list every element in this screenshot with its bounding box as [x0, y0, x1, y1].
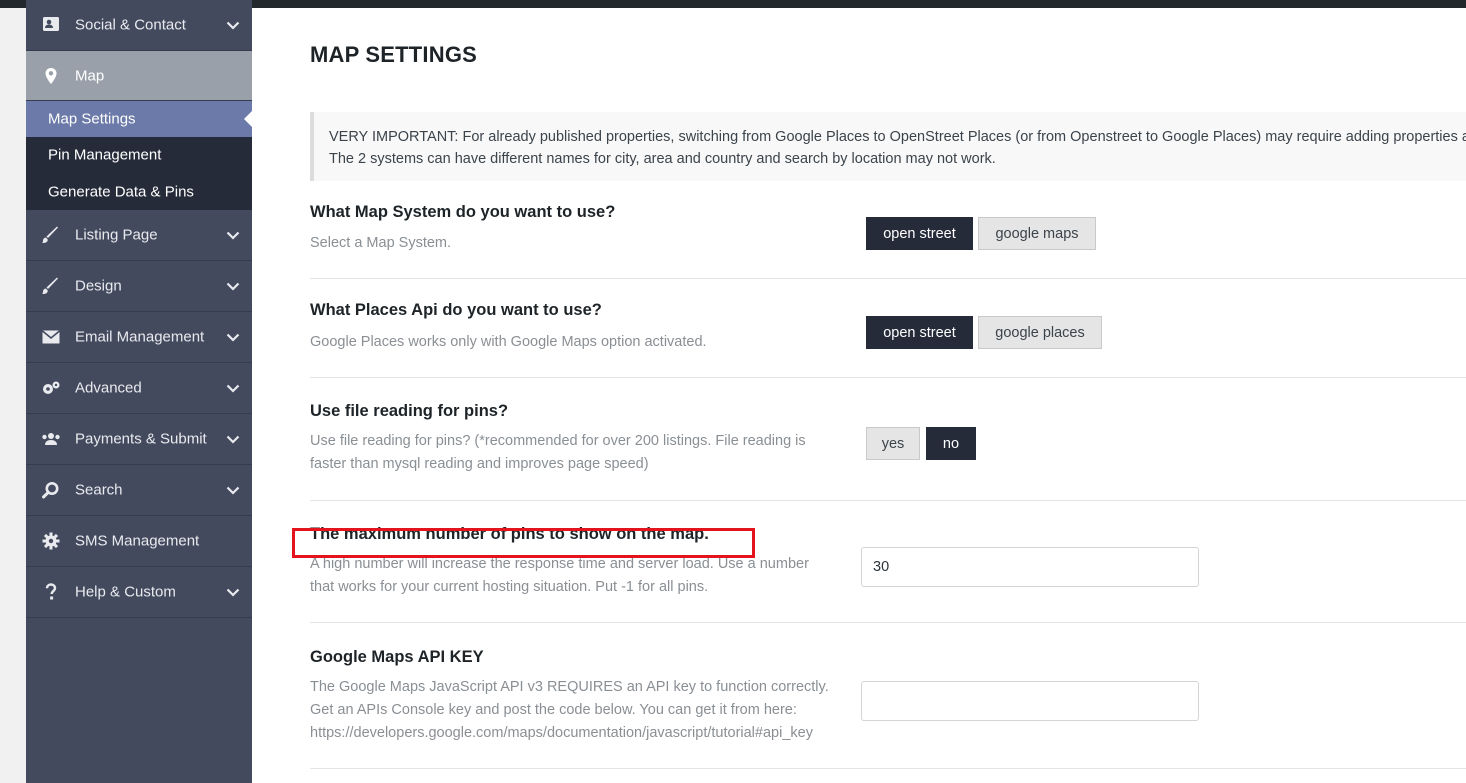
contact-card-icon — [40, 14, 62, 34]
setting-title: What Map System do you want to use? — [310, 203, 616, 221]
chevron-down-icon — [226, 435, 240, 444]
sidebar-subitem-generate-data-pins[interactable]: Generate Data & Pins — [26, 174, 252, 210]
chevron-down-icon — [226, 282, 240, 291]
sidebar-item-label: Payments & Submit — [75, 430, 207, 448]
sidebar-item-label: Help & Custom — [75, 583, 176, 601]
setting-title: Use file reading for pins? — [310, 402, 509, 420]
setting-places-api: What Places Api do you want to use? Goog… — [310, 279, 1466, 378]
sidebar-subitem-map-settings[interactable]: Map Settings — [26, 101, 252, 137]
sidebar-item-help-custom[interactable]: Help & Custom — [26, 567, 252, 618]
subitem-label: Generate Data & Pins — [48, 183, 194, 201]
admin-left-gutter — [0, 8, 26, 783]
sidebar-item-sms-management[interactable]: SMS Management — [26, 516, 252, 567]
sidebar-item-label: SMS Management — [75, 532, 200, 550]
places-api-google-places-button[interactable]: google places — [978, 316, 1102, 349]
setting-description: Use file reading for pins? (*recommended… — [310, 433, 806, 472]
subitem-label: Pin Management — [48, 146, 162, 164]
setting-file-reading: Use file reading for pins? Use file read… — [310, 378, 1466, 501]
important-notice: VERY IMPORTANT: For already published pr… — [310, 112, 1466, 181]
sidebar-item-label: Search — [75, 481, 123, 499]
chevron-down-icon — [226, 333, 240, 342]
setting-description: The Google Maps JavaScript API v3 REQUIR… — [310, 679, 829, 741]
setting-map-system: What Map System do you want to use? Sele… — [310, 181, 1466, 279]
sidebar-item-payments-submit[interactable]: Payments & Submit — [26, 414, 252, 465]
gear-icon — [40, 531, 62, 551]
chevron-down-icon — [226, 486, 240, 495]
chevron-down-icon — [226, 588, 240, 597]
setting-max-pins: The maximum number of pins to show on th… — [310, 501, 1466, 623]
map-pin-icon — [40, 66, 62, 86]
brush-icon — [40, 276, 62, 296]
setting-title: What Places Api do you want to use? — [310, 301, 602, 319]
sidebar-subitem-pin-management[interactable]: Pin Management — [26, 137, 252, 173]
setting-google-maps-api-key: Google Maps API KEY The Google Maps Java… — [310, 623, 1466, 769]
brush-icon — [40, 225, 62, 245]
map-submenu: Map Settings Pin Management Generate Dat… — [26, 101, 252, 210]
chevron-down-icon — [226, 231, 240, 240]
highlight-box — [292, 528, 755, 558]
sidebar-item-label: Design — [75, 277, 122, 295]
map-system-google-maps-button[interactable]: google maps — [978, 217, 1096, 250]
users-icon — [40, 429, 62, 449]
chevron-down-icon — [226, 21, 240, 30]
sidebar-item-label: Email Management — [75, 328, 205, 346]
setting-description: Select a Map System. — [310, 235, 452, 251]
search-icon — [40, 480, 62, 500]
chevron-down-icon — [226, 384, 240, 393]
subitem-label: Map Settings — [48, 110, 136, 128]
sidebar-item-advanced[interactable]: Advanced — [26, 363, 252, 414]
sidebar-item-listing-page[interactable]: Listing Page — [26, 210, 252, 261]
notice-text: VERY IMPORTANT: For already published pr… — [329, 129, 1466, 167]
active-indicator — [244, 111, 252, 127]
sidebar-item-social-contact[interactable]: Social & Contact — [26, 0, 252, 51]
page-title: MAP SETTINGS — [310, 42, 478, 67]
sidebar-item-label: Advanced — [75, 379, 142, 397]
gears-icon — [40, 378, 62, 398]
places-api-open-street-button[interactable]: open street — [866, 316, 973, 349]
settings-main: MAP SETTINGS VERY IMPORTANT: For already… — [252, 8, 1466, 783]
sidebar-item-map[interactable]: Map — [26, 51, 252, 101]
file-reading-yes-button[interactable]: yes — [866, 427, 920, 460]
api-key-input[interactable] — [861, 681, 1199, 721]
max-pins-input[interactable]: 30 — [861, 547, 1199, 587]
setting-description: A high number will increase the response… — [310, 556, 809, 595]
setting-title: Google Maps API KEY — [310, 648, 484, 666]
sidebar-item-search[interactable]: Search — [26, 465, 252, 516]
sidebar-item-label: Listing Page — [75, 226, 158, 244]
setting-description: Google Places works only with Google Map… — [310, 334, 707, 350]
sidebar-item-label: Map — [75, 67, 105, 84]
sidebar-item-label: Social & Contact — [75, 16, 186, 34]
map-system-open-street-button[interactable]: open street — [866, 217, 973, 250]
envelope-icon — [40, 327, 62, 347]
question-icon — [40, 582, 62, 602]
sidebar-item-email-management[interactable]: Email Management — [26, 312, 252, 363]
sidebar-item-design[interactable]: Design — [26, 261, 252, 312]
settings-sidebar: Social & Contact Map Map Settings Pin Ma… — [26, 0, 252, 783]
file-reading-no-button[interactable]: no — [926, 427, 976, 460]
